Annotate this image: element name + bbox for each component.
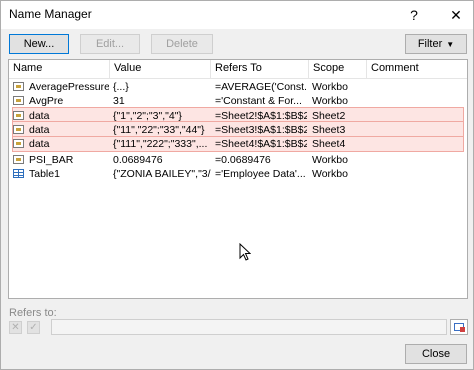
table-row[interactable]: PSI_BAR 0.0689476 =0.0689476 Workbo [9, 153, 467, 167]
row-comment [369, 137, 459, 151]
close-button[interactable]: Close [405, 344, 467, 364]
row-refers-to: ='Employee Data'... [215, 168, 306, 180]
row-refers-to: =Sheet3!$A$1:$B$2 [215, 124, 307, 136]
mouse-cursor-icon [239, 243, 251, 261]
row-name: AveragePressure [29, 81, 109, 93]
refers-to-input[interactable] [51, 319, 447, 335]
row-name: data [29, 110, 50, 122]
table-row[interactable]: data {"11","22";"33","44"} =Sheet3!$A$1:… [9, 123, 467, 137]
help-button[interactable]: ? [399, 1, 429, 29]
row-scope: Workbo [312, 154, 348, 166]
name-icon [13, 139, 24, 148]
row-value: 0.0689476 [113, 154, 163, 166]
table-row[interactable]: AvgPre 31 ='Constant & For... Workbo [9, 94, 467, 108]
cancel-edit-icon[interactable]: ✕ [9, 321, 22, 334]
row-scope: Sheet2 [312, 110, 346, 122]
name-icon [13, 111, 24, 120]
row-comment [369, 167, 459, 181]
row-scope: Workbo [312, 81, 348, 93]
title-bar: Name Manager ? ✕ [1, 1, 473, 29]
close-button-label: Close [421, 348, 451, 360]
name-manager-dialog: Name Manager ? ✕ New... Edit... Delete F… [0, 0, 474, 370]
row-comment [369, 109, 459, 123]
filter-button-label: Filter [417, 38, 443, 50]
row-name: data [29, 138, 50, 150]
row-name: PSI_BAR [29, 154, 74, 166]
row-value: {"11","22";"33","44"} [113, 124, 205, 136]
range-picker-icon[interactable] [450, 319, 468, 335]
close-window-button[interactable]: ✕ [441, 1, 471, 29]
edit-button[interactable]: Edit... [80, 34, 140, 54]
table-row[interactable]: data {"111","222";"333",... =Sheet4!$A$1… [9, 137, 467, 151]
column-header-comment[interactable]: Comment [367, 62, 467, 76]
row-refers-to: ='Constant & For... [215, 95, 302, 107]
name-icon [13, 125, 24, 134]
name-icon [13, 82, 24, 91]
row-comment [369, 80, 459, 94]
row-value: {"ZONIA BAILEY","3/... [113, 168, 211, 180]
row-refers-to: =0.0689476 [215, 154, 271, 166]
row-scope: Workbo [312, 168, 348, 180]
row-value: {"1","2";"3","4"} [113, 110, 182, 122]
row-name: AvgPre [29, 95, 64, 107]
row-comment [369, 94, 459, 108]
filter-button[interactable]: Filter ▼ [405, 34, 467, 54]
edit-button-label: Edit... [95, 38, 125, 50]
row-refers-to: =AVERAGE('Const... [215, 81, 307, 93]
refers-to-label: Refers to: [9, 307, 57, 319]
column-header-name[interactable]: Name [9, 62, 109, 76]
row-comment [369, 153, 459, 167]
new-button-label: New... [23, 38, 55, 50]
row-scope: Sheet4 [312, 138, 346, 150]
chevron-down-icon: ▼ [446, 39, 455, 49]
delete-button-label: Delete [166, 38, 198, 50]
window-title: Name Manager [9, 7, 92, 21]
names-list[interactable]: Name Value Refers To Scope Comment Avera… [8, 59, 468, 299]
row-value: {"111","222";"333",... [113, 138, 208, 150]
row-comment [369, 123, 459, 137]
list-header: Name Value Refers To Scope Comment [9, 60, 467, 79]
row-scope: Workbo [312, 95, 348, 107]
row-refers-to: =Sheet4!$A$1:$B$2 [215, 138, 307, 150]
delete-button[interactable]: Delete [151, 34, 213, 54]
row-name: data [29, 124, 50, 136]
name-icon [13, 96, 24, 105]
row-scope: Sheet3 [312, 124, 346, 136]
row-value: {...} [113, 81, 129, 93]
table-icon [13, 169, 24, 178]
row-value: 31 [113, 95, 125, 107]
column-header-refers-to[interactable]: Refers To [211, 62, 309, 76]
table-row[interactable]: data {"1","2";"3","4"} =Sheet2!$A$1:$B$2… [9, 109, 467, 123]
name-icon [13, 155, 24, 164]
row-refers-to: =Sheet2!$A$1:$B$2 [215, 110, 307, 122]
column-header-value[interactable]: Value [110, 62, 210, 76]
table-row[interactable]: AveragePressure {...} =AVERAGE('Const...… [9, 80, 467, 94]
confirm-edit-icon[interactable]: ✓ [27, 321, 40, 334]
row-name: Table1 [29, 168, 60, 180]
column-header-scope[interactable]: Scope [309, 62, 367, 76]
new-button[interactable]: New... [9, 34, 69, 54]
table-row[interactable]: Table1 {"ZONIA BAILEY","3/... ='Employee… [9, 167, 467, 181]
